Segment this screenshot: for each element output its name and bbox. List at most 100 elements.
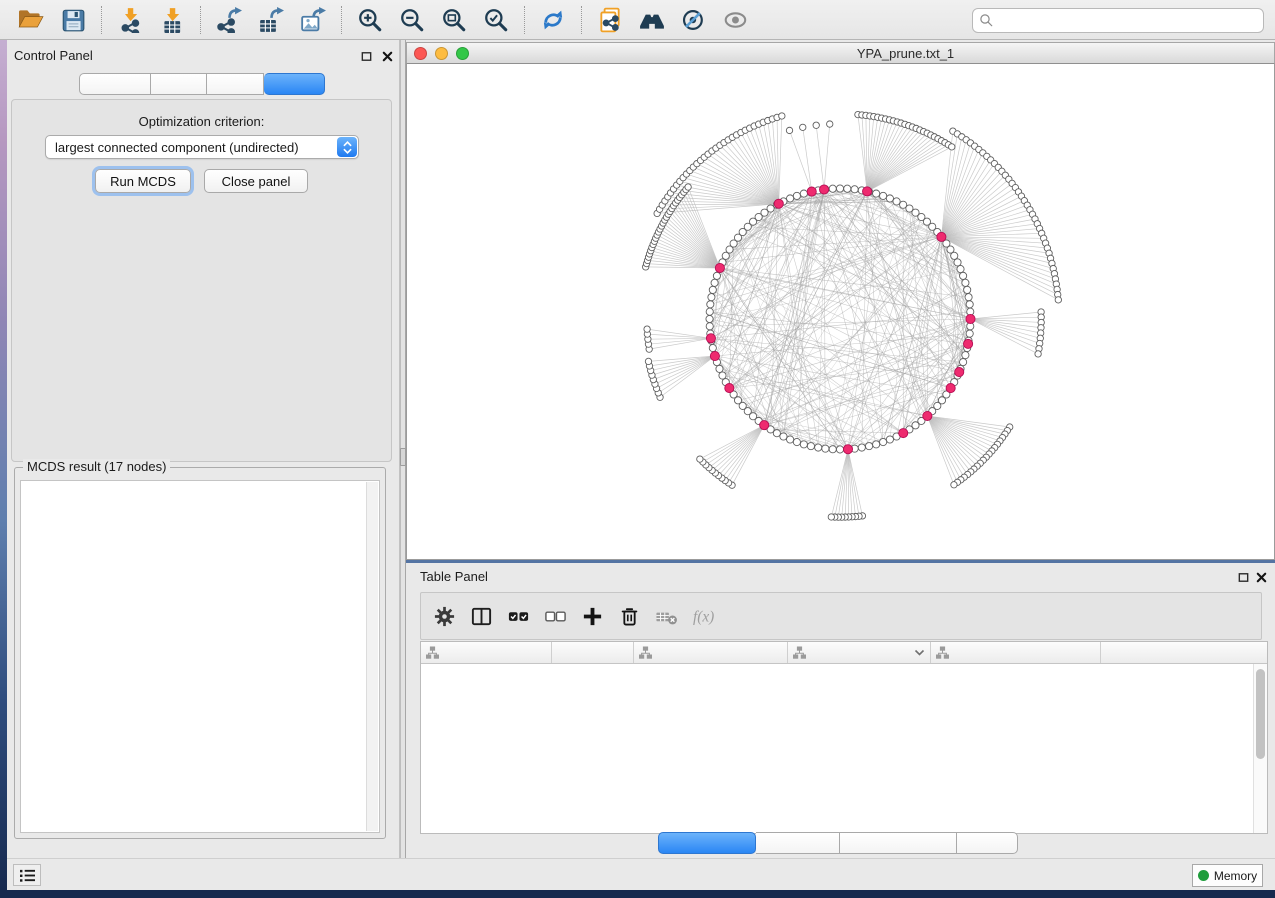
function-fx-icon: f(x) — [686, 599, 720, 633]
control-panel-title: Control Panel — [14, 48, 93, 63]
zoom-selected-icon[interactable] — [479, 4, 513, 36]
search-icon — [979, 13, 994, 28]
clone-network-icon[interactable] — [593, 4, 627, 36]
close-table-panel-icon[interactable] — [1254, 570, 1268, 584]
hide-eye-icon[interactable] — [677, 4, 711, 36]
desktop-wallpaper-strip — [0, 890, 1275, 898]
table-row[interactable] — [421, 760, 1253, 776]
toolbar-separator — [101, 6, 102, 34]
zoom-out-icon[interactable] — [395, 4, 429, 36]
select-all-boxes-icon[interactable] — [501, 599, 535, 633]
table-panel: Table Panel f(x) — [406, 563, 1275, 858]
control-panel-tabs — [79, 73, 325, 95]
tab-edge-table[interactable] — [756, 832, 840, 854]
split-columns-icon[interactable] — [464, 599, 498, 633]
export-table-icon[interactable] — [254, 4, 288, 36]
show-eye-icon[interactable] — [719, 4, 753, 36]
column-header-predecessor-nodes[interactable] — [931, 642, 1101, 663]
shared-column-icon — [426, 646, 439, 659]
toolbar-separator — [581, 6, 582, 34]
column-header-MCDS-role[interactable] — [634, 642, 788, 663]
svg-text:f(x): f(x) — [692, 608, 713, 625]
search-input[interactable] — [972, 8, 1264, 33]
toolbar-separator — [524, 6, 525, 34]
table-row[interactable] — [421, 792, 1253, 808]
column-header-shared-name[interactable] — [421, 642, 552, 663]
import-table-icon[interactable] — [155, 4, 189, 36]
tab-network[interactable] — [79, 73, 151, 95]
zoom-fit-icon[interactable] — [437, 4, 471, 36]
criterion-selected-value: largest connected component (undirected) — [55, 140, 299, 155]
close-panel-button[interactable]: Close panel — [204, 169, 308, 193]
save-icon[interactable] — [56, 4, 90, 36]
table-row[interactable] — [421, 696, 1253, 712]
table-row[interactable] — [421, 728, 1253, 744]
mcds-panel: Optimization criterion: largest connecte… — [11, 99, 392, 462]
criterion-select[interactable]: largest connected component (undirected) — [45, 135, 359, 159]
open-folder-icon[interactable] — [14, 4, 48, 36]
memory-button[interactable]: Memory — [1192, 864, 1263, 887]
run-mcds-button[interactable]: Run MCDS — [95, 169, 191, 193]
deselect-all-boxes-icon[interactable] — [538, 599, 572, 633]
column-header-name[interactable] — [552, 642, 634, 663]
tab-network-table[interactable] — [840, 832, 957, 854]
table-row[interactable] — [421, 744, 1253, 760]
tab-select[interactable] — [207, 73, 264, 95]
gear-icon[interactable] — [427, 599, 461, 633]
table-toolbar: f(x) — [420, 592, 1262, 640]
tab-mcds[interactable] — [264, 73, 325, 95]
main-toolbar — [0, 0, 1275, 40]
toolbar-separator — [200, 6, 201, 34]
import-network-icon[interactable] — [113, 4, 147, 36]
search-binoculars-icon[interactable] — [635, 4, 669, 36]
table-row[interactable] — [421, 776, 1253, 792]
network-view[interactable] — [406, 64, 1275, 560]
table-scrollbar[interactable] — [1253, 664, 1267, 833]
table-header — [421, 642, 1267, 664]
control-panel: Control Panel Optimization criterion: la… — [7, 40, 400, 858]
network-canvas[interactable] — [407, 64, 1274, 558]
node-table — [420, 641, 1268, 834]
chevron-updown-icon — [337, 137, 357, 157]
table-row[interactable] — [421, 680, 1253, 696]
shared-column-icon — [793, 646, 806, 659]
float-panel-icon[interactable] — [359, 49, 373, 63]
column-header-successor-nodes[interactable] — [788, 642, 931, 663]
memory-label: Memory — [1214, 869, 1257, 883]
export-image-icon[interactable] — [296, 4, 330, 36]
task-history-button[interactable] — [13, 864, 41, 886]
shared-column-icon — [936, 646, 949, 659]
desktop: Control Panel Optimization criterion: la… — [0, 0, 1275, 898]
trash-icon[interactable] — [612, 599, 646, 633]
list-icon — [19, 868, 36, 883]
memory-status-icon — [1198, 870, 1209, 881]
float-table-panel-icon[interactable] — [1236, 570, 1250, 584]
status-bar: Memory — [7, 858, 1275, 890]
tab-style[interactable] — [151, 73, 207, 95]
close-panel-icon[interactable] — [380, 49, 394, 63]
mcds-result-title: MCDS result (17 nodes) — [23, 459, 170, 474]
export-network-icon[interactable] — [212, 4, 246, 36]
delete-table-icon — [649, 599, 683, 633]
table-body — [421, 664, 1253, 833]
table-row[interactable] — [421, 808, 1253, 824]
mcds-result-group: MCDS result (17 nodes) — [14, 467, 386, 839]
tab-node-table[interactable] — [658, 832, 756, 854]
refresh-icon[interactable] — [536, 4, 570, 36]
sort-desc-icon — [914, 649, 925, 657]
zoom-in-icon[interactable] — [353, 4, 387, 36]
toolbar-icons — [10, 4, 757, 36]
optimization-criterion-label: Optimization criterion: — [12, 114, 391, 129]
network-window-titlebar[interactable]: YPA_prune.txt_1 — [406, 42, 1275, 64]
scrollbar-thumb[interactable] — [1256, 669, 1265, 759]
mcds-result-list — [20, 480, 380, 833]
add-icon[interactable] — [575, 599, 609, 633]
network-window: YPA_prune.txt_1 — [406, 40, 1275, 560]
table-row[interactable] — [421, 712, 1253, 728]
tab-motifs[interactable] — [957, 832, 1018, 854]
column-header-empty — [1101, 642, 1267, 663]
table-tabs — [658, 832, 1018, 854]
mcds-list-scrollbar[interactable] — [366, 482, 378, 831]
table-row[interactable] — [421, 664, 1253, 680]
table-panel-title: Table Panel — [420, 569, 488, 584]
